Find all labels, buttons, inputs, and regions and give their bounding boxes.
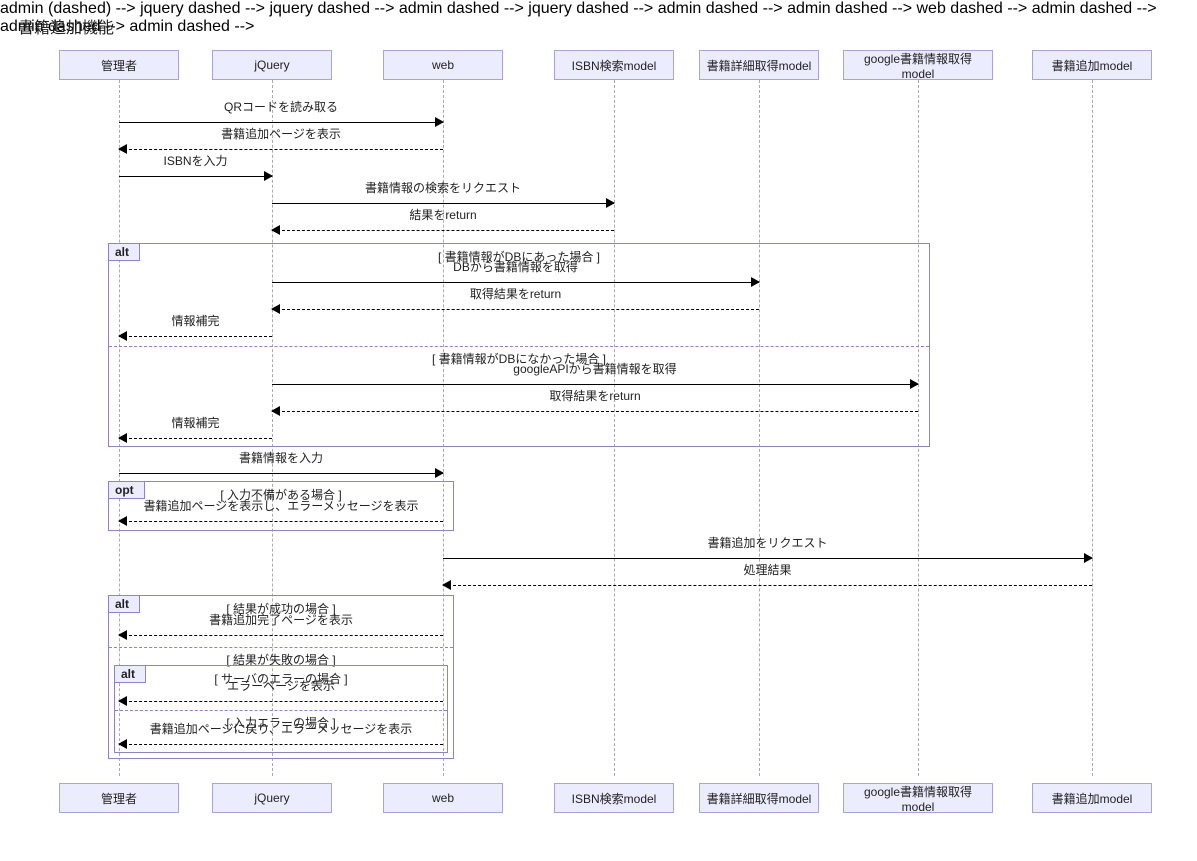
actor-google-bottom: google書籍情報取得model [843,783,993,813]
actor-isbn-bottom: ISBN検索model [554,783,674,813]
msg-process-result: 処理結果 [443,576,1092,594]
actor-detail-top: 書籍詳細取得model [699,50,819,80]
msg-show-complete-page: 書籍追加完了ページを表示 [119,626,443,644]
msg-show-error: エラーページを表示 [119,692,443,710]
msg-input-book-info: 書籍情報を入力 [119,464,443,482]
msg-complete-info-1: 情報補完 [119,327,272,345]
msg-show-error-page: 書籍追加ページを表示し、エラーメッセージを表示 [119,512,443,530]
actor-jquery-bottom: jQuery [212,783,332,813]
actor-add-bottom: 書籍追加model [1032,783,1152,813]
diagram-title: 書籍追加機能 [18,14,114,38]
actor-add-top: 書籍追加model [1032,50,1152,80]
msg-return-db: 取得結果をreturn [272,300,759,318]
actor-web-top: web [383,50,503,80]
actor-detail-bottom: 書籍詳細取得model [699,783,819,813]
actor-google-top: google書籍情報取得model [843,50,993,80]
msg-return-google: 取得結果をreturn [272,402,918,420]
msg-input-isbn: ISBNを入力 [119,167,272,185]
msg-back-with-error: 書籍追加ページに戻り、エラーメッセージを表示 [119,735,443,753]
actor-isbn-top: ISBN検索model [554,50,674,80]
msg-complete-info-2: 情報補完 [119,429,272,447]
actor-admin-top: 管理者 [59,50,179,80]
actor-admin-bottom: 管理者 [59,783,179,813]
msg-return-result: 結果をreturn [272,221,614,239]
actor-web-bottom: web [383,783,503,813]
actor-jquery-top: jQuery [212,50,332,80]
